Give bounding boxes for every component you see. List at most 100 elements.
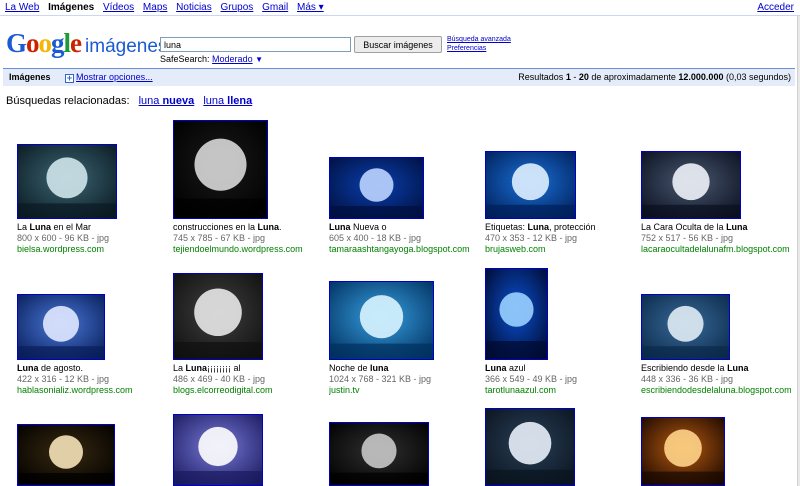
result-site[interactable]: lacaraocultadelalunafm.blogspot.com [641,244,791,255]
related-luna-nueva[interactable]: luna nueva [139,95,195,107]
result-title: Noche de luna [329,363,479,374]
nav-web[interactable]: La Web [5,2,39,13]
result-site[interactable]: hablasonializ.wordpress.com [17,385,167,396]
result-title-highlight: Luna [527,222,550,232]
result-title-highlight: Luna [257,222,280,232]
result-thumbnail[interactable] [485,408,575,486]
nav-more-menu[interactable]: Más ▾ [297,2,324,13]
result-thumbnail[interactable] [485,151,576,219]
result-title: La Cara Oculta de la Luna [641,222,791,233]
nav-news[interactable]: Noticias [176,2,212,13]
result-caption: Luna de agosto. 422 x 316 - 12 KB - jpg ha… [17,363,167,396]
nav-maps[interactable]: Maps [143,2,167,13]
result-thumbnail[interactable] [173,120,268,219]
result-thumbnail[interactable] [173,414,263,486]
result-title-text: La [173,363,186,373]
result-title-text: en el Mar [51,222,92,232]
safesearch-label: SafeSearch: [160,54,210,64]
result-title-text: Nueva o [350,222,387,232]
result-caption: La Luna en el Mar 800 x 600 - 96 KB - jpg… [17,222,167,255]
result-caption: Etiquetas: Luna, protección 470 x 353 - 1… [485,222,635,255]
logo-letter: G [6,28,27,58]
logo-letter: o [38,28,52,58]
result-caption: construcciones en la Luna. 745 x 785 - 67… [173,222,323,255]
preferences-link[interactable]: Preferencias [447,44,511,53]
moon-image [330,282,433,359]
moon-image [330,158,423,218]
result-thumbnail[interactable] [329,157,424,219]
moon-image [330,423,428,485]
show-options-link[interactable]: Mostrar opciones... [76,72,153,82]
moon-image [642,295,729,359]
result-site[interactable]: blogs.elcorreodigital.com [173,385,323,396]
result-title-text: construcciones en la [173,222,258,232]
summary-text: Resultados [518,72,566,82]
result-site[interactable]: tejiendoelmundo.wordpress.com [173,244,323,255]
search-input[interactable] [160,37,351,52]
result-meta: 470 x 353 - 12 KB - jpg [485,233,578,243]
moon-image [174,121,267,218]
result-site[interactable]: escribiendodesdelaluna.blogspot.com [641,385,791,396]
logo-wordmark: Google [6,28,82,58]
advanced-search-link[interactable]: Búsqueda avanzada [447,35,511,44]
result-meta: 422 x 316 - 12 KB - jpg [17,374,110,384]
safesearch-control: SafeSearch: Moderado ▼ [160,54,263,64]
result-meta: 752 x 517 - 56 KB - jpg [641,233,734,243]
result-site[interactable]: brujasweb.com [485,244,635,255]
result-title: Luna azul [485,363,635,374]
result-caption: Luna azul 366 x 549 - 49 KB - jpg tarotlun… [485,363,635,396]
result-caption: La Cara Oculta de la Luna 752 x 517 - 56 … [641,222,791,255]
result-caption: La Luna¡¡¡¡¡¡¡¡ al 486 x 469 - 40 KB - jp… [173,363,323,396]
nav-videos[interactable]: Vídeos [103,2,134,13]
result-site[interactable]: tamaraashtangayoga.blogspot.com [329,244,479,255]
result-meta: 1024 x 768 - 321 KB - jpg [329,374,432,384]
result-thumbnail[interactable] [17,144,117,219]
result-thumbnail[interactable] [641,151,741,219]
result-site[interactable]: justin.tv [329,385,479,396]
result-title: La Luna en el Mar [17,222,167,233]
google-images-logo[interactable]: Google imágenes [6,27,167,59]
result-title-highlight: Luna [329,222,351,232]
moon-image [18,425,114,485]
result-title-highlight: Luna [485,363,507,373]
result-title-text: Etiquetas: [485,222,528,232]
nav-gmail[interactable]: Gmail [262,2,288,13]
result-thumbnail[interactable] [641,294,730,360]
nav-groups[interactable]: Grupos [221,2,254,13]
related-plain: luna [138,95,163,107]
result-site[interactable]: bielsa.wordpress.com [17,244,167,255]
logo-letter: e [70,28,82,58]
result-thumbnail[interactable] [329,422,429,486]
result-thumbnail[interactable] [641,417,725,486]
plus-icon[interactable]: + [65,74,75,83]
chevron-down-icon[interactable]: ▼ [255,55,263,64]
logo-letter: g [51,28,64,58]
logo-letter: o [26,28,39,58]
summary-text: de aproximadamente [588,72,679,82]
moon-image [642,152,740,218]
result-site[interactable]: tarotlunaazul.com [485,385,635,396]
safesearch-dropdown[interactable]: Moderado [212,54,253,64]
result-thumbnail[interactable] [329,281,434,360]
result-thumbnail[interactable] [173,273,263,360]
related-luna-llena[interactable]: luna llena [203,95,252,107]
range-separator: - [570,72,579,82]
sign-in-link[interactable]: Acceder [757,1,794,15]
result-thumbnail[interactable] [17,424,115,486]
related-bold: llena [227,95,253,107]
results-summary: Resultados 1 - 20 de aproximadamente 12.… [518,69,791,86]
moon-image [18,295,104,359]
moon-image [486,409,574,485]
result-meta: 800 x 600 - 96 KB - jpg [17,233,110,243]
search-images-button[interactable]: Buscar imágenes [354,36,442,53]
result-title-highlight: Luna [727,363,749,373]
result-title-text: , protección [549,222,596,232]
moon-image [174,415,262,485]
logo-subtitle: imágenes [85,36,168,57]
result-thumbnail[interactable] [17,294,105,360]
result-title: Luna de agosto. [17,363,167,374]
advanced-links: Búsqueda avanzada Preferencias [447,35,511,53]
result-title-text: azul [506,363,526,373]
nav-images: Imágenes [48,2,95,13]
result-thumbnail[interactable] [485,268,548,360]
